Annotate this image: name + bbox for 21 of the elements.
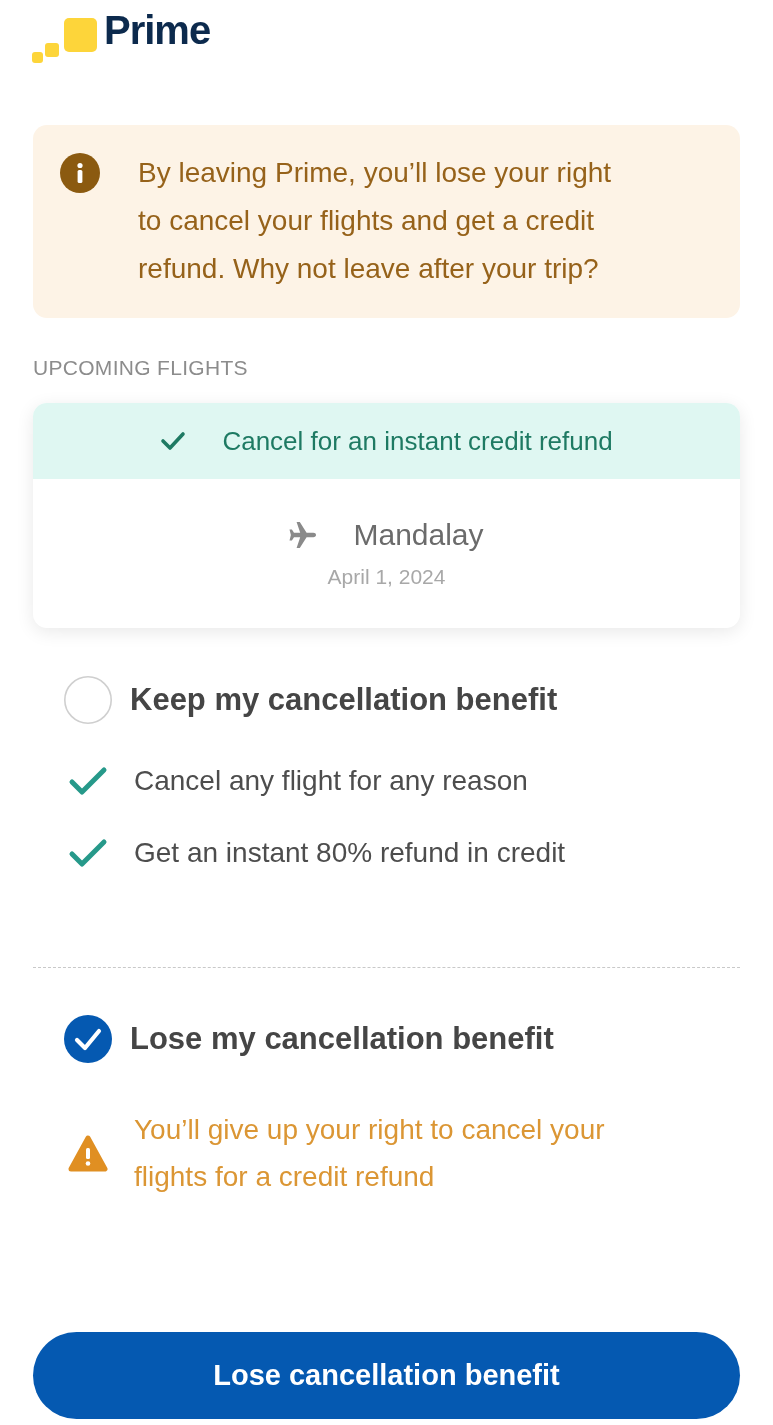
radio-button[interactable] (64, 1015, 112, 1063)
flight-date: April 1, 2024 (327, 564, 446, 590)
logo-squares-icon (31, 16, 97, 63)
radio-button[interactable] (64, 676, 112, 724)
check-icon (160, 431, 187, 451)
logo-text: Prime (104, 10, 211, 50)
warning-text: You’ll give up your right to cancel your flights for a credit refund (134, 1113, 606, 1194)
notice-text: By leaving Prime, you’ll lose your right to cancel your flights and get a credit refund. Why not leave after your trip? (138, 156, 613, 286)
airplane-icon (289, 522, 318, 548)
flight-destination: Mandalay (353, 517, 484, 553)
lose-benefit-button[interactable]: Lose cancellation benefit (33, 1332, 740, 1419)
check-icon (68, 766, 108, 796)
info-icon (60, 153, 100, 193)
option-title: Keep my cancellation benefit (130, 681, 558, 719)
benefit-text: Get an instant 80% refund in credit (134, 836, 566, 870)
benefit-text: Cancel any flight for any reason (134, 764, 528, 798)
banner-text: Cancel for an instant credit refund (222, 425, 613, 458)
option-title: Lose my cancellation benefit (130, 1020, 554, 1058)
warning-icon (68, 1134, 108, 1172)
check-icon (68, 838, 108, 868)
section-heading: UPCOMING FLIGHTS (33, 355, 249, 381)
